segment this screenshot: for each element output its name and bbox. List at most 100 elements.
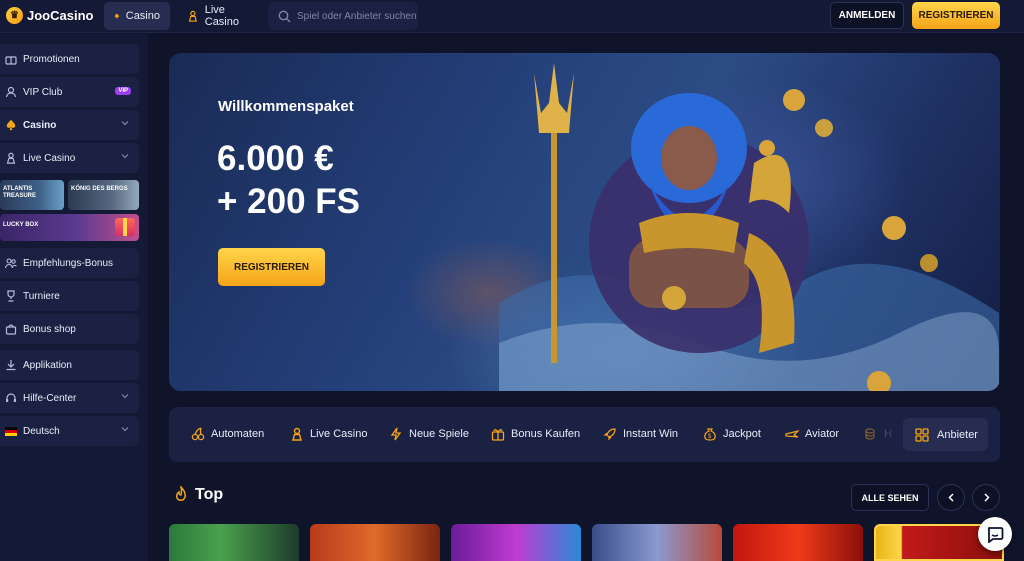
dealer-icon [292, 427, 302, 441]
category-label: Automaten [211, 428, 265, 440]
sidebar-item-label: Turniere [23, 290, 60, 302]
hero-amount-line1: 6.000 € [217, 139, 334, 178]
game-card[interactable] [733, 524, 863, 561]
shop-icon [4, 323, 17, 336]
category-automaten[interactable]: Automaten [191, 426, 264, 442]
category-label: Bonus Kaufen [511, 428, 581, 440]
game-card[interactable] [310, 524, 440, 561]
sidebar: Promotionen VIP Club VIP Casino Live Cas… [0, 34, 148, 561]
spade-icon [4, 119, 17, 132]
category-label: Aviator [805, 428, 840, 440]
sidebar-item-language[interactable]: Deutsch [0, 416, 139, 446]
lightning-icon [390, 427, 402, 441]
chevron-right-icon [983, 493, 990, 502]
sidebar-item-casino[interactable]: Casino [0, 110, 139, 140]
moneybag-icon: $ [704, 428, 716, 441]
sidebar-item-vip-club[interactable]: VIP Club VIP [0, 77, 139, 107]
game-card[interactable] [451, 524, 581, 561]
category-jackpot[interactable]: $ Jackpot [703, 426, 761, 442]
download-icon [4, 359, 17, 372]
category-live-casino[interactable]: Live Casino [290, 426, 367, 442]
sidebar-item-hilfe-center[interactable]: Hilfe-Center [0, 383, 139, 413]
game-card[interactable] [592, 524, 722, 561]
dealer-icon [188, 10, 198, 22]
gift-icon [491, 429, 505, 441]
logo[interactable]: ♛ JooCasino [6, 7, 93, 24]
promo-lucky-box[interactable]: LUCKY BOX [0, 214, 139, 241]
next-button[interactable] [972, 484, 1000, 511]
category-label: Live Casino [310, 428, 368, 440]
sidebar-item-applikation[interactable]: Applikation [0, 350, 139, 380]
category-anbieter-button[interactable]: Anbieter [903, 418, 988, 451]
sidebar-item-label: Hilfe-Center [23, 392, 77, 404]
grid-icon [915, 427, 929, 442]
category-label: Jackpot [723, 428, 761, 440]
gift-icon [4, 53, 17, 66]
tab-live-casino[interactable]: Live Casino [177, 2, 263, 30]
register-button[interactable]: REGISTRIEREN [912, 2, 1000, 29]
promo-atlantis-treasure[interactable]: ATLANTIS TREASURE [0, 180, 64, 210]
users-icon [4, 257, 17, 270]
cherries-icon [191, 427, 205, 441]
hero-amount-line2: + 200 FS [217, 182, 361, 221]
section-title-text: Top [195, 486, 224, 503]
gift-box-icon [115, 218, 135, 236]
rocket-icon [603, 428, 616, 441]
flame-icon [176, 486, 186, 501]
logo-text: JooCasino [27, 8, 94, 23]
chevron-down-icon [121, 427, 129, 432]
chevron-down-icon [121, 154, 129, 159]
category-neue-spiele[interactable]: Neue Spiele [389, 426, 469, 442]
sidebar-item-label: Applikation [23, 359, 72, 371]
sidebar-item-label: Deutsch [23, 425, 60, 437]
game-card[interactable] [169, 524, 299, 561]
sidebar-item-label: Empfehlungs-Bonus [23, 257, 114, 269]
search-input[interactable]: Spiel oder Anbieter suchen [268, 2, 418, 30]
sidebar-item-label: Promotionen [23, 53, 80, 65]
chevron-down-icon [121, 121, 129, 126]
category-fade [860, 407, 900, 462]
hero-register-button[interactable]: REGISTRIEREN [218, 248, 325, 286]
category-aviator[interactable]: Aviator [785, 426, 839, 442]
previous-button[interactable] [937, 484, 965, 511]
promo-koenig-des-bergs[interactable]: KÖNIG DES BERGS [68, 180, 139, 210]
chat-button[interactable] [978, 517, 1012, 551]
logo-crown-icon: ♛ [6, 7, 23, 24]
promo-label: KÖNIG DES BERGS [71, 186, 128, 192]
sidebar-item-bonus-shop[interactable]: Bonus shop [0, 314, 139, 344]
sidebar-item-label: Bonus shop [23, 323, 76, 335]
sidebar-item-promotionen[interactable]: Promotionen [0, 44, 139, 74]
spade-icon [114, 13, 119, 19]
german-flag-icon [4, 426, 17, 436]
hero-banner: Willkommenspaket 6.000 € + 200 FS REGIST… [169, 53, 1000, 391]
dealer-icon [4, 152, 17, 165]
category-label: Neue Spiele [409, 428, 469, 440]
sidebar-item-live-casino[interactable]: Live Casino [0, 143, 139, 173]
sidebar-item-turniere[interactable]: Turniere [0, 281, 139, 311]
category-bonus-kaufen[interactable]: Bonus Kaufen [491, 426, 580, 442]
trophy-icon [4, 290, 17, 303]
category-instant-win[interactable]: Instant Win [603, 426, 678, 442]
plane-icon [785, 430, 799, 438]
sidebar-item-empfehlungs-bonus[interactable]: Empfehlungs-Bonus [0, 248, 139, 278]
sidebar-item-label: Casino [23, 119, 57, 131]
sidebar-item-label: VIP Club [23, 86, 63, 98]
headset-icon [4, 392, 17, 405]
vip-badge: VIP [115, 87, 131, 95]
user-icon [4, 86, 17, 99]
search-icon [278, 10, 291, 22]
see-all-button[interactable]: ALLE SEHEN [851, 484, 929, 511]
tab-casino[interactable]: Casino [104, 2, 170, 30]
category-label: Anbieter [937, 428, 978, 441]
sidebar-item-label: Live Casino [23, 152, 76, 164]
top-header: ♛ JooCasino Casino Live Casino Spiel ode… [0, 0, 1024, 33]
chat-icon [987, 527, 1004, 543]
login-button[interactable]: ANMELDEN [830, 2, 904, 29]
chevron-down-icon [121, 394, 129, 399]
tab-casino-label: Casino [125, 10, 160, 22]
promo-label: LUCKY BOX [3, 222, 39, 228]
category-label: Instant Win [623, 428, 679, 440]
section-title-top: Top [173, 486, 223, 504]
svg-text:$: $ [708, 434, 712, 440]
promo-label: ATLANTIS TREASURE [3, 186, 37, 199]
